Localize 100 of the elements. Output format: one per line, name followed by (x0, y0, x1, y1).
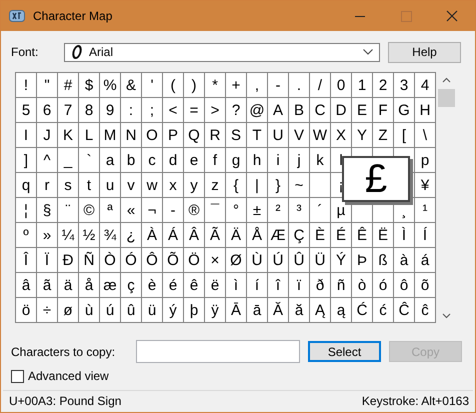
character-cell[interactable]: î (268, 273, 288, 297)
character-cell[interactable]: / (310, 73, 330, 97)
character-cell[interactable]: 6 (37, 98, 57, 122)
character-cell[interactable]: I (16, 123, 36, 147)
character-cell[interactable]: p (415, 148, 435, 172)
character-cell[interactable]: Ï (37, 248, 57, 272)
character-cell[interactable]: 4 (415, 73, 435, 97)
character-cell[interactable]: Ä (226, 223, 246, 247)
character-cell[interactable]: ë (205, 273, 225, 297)
character-cell[interactable]: º (16, 223, 36, 247)
character-cell[interactable]: è (142, 273, 162, 297)
character-cell[interactable]: < (163, 98, 183, 122)
character-cell[interactable]: ´ (310, 198, 330, 222)
character-cell[interactable]: ² (268, 198, 288, 222)
character-cell[interactable]: H (415, 98, 435, 122)
character-cell[interactable]: h (247, 148, 267, 172)
character-cell[interactable]: z (205, 173, 225, 197)
character-cell[interactable]: ó (373, 273, 393, 297)
character-cell[interactable]: § (37, 198, 57, 222)
character-cell[interactable]: ¯ (205, 198, 225, 222)
character-cell[interactable]: ð (310, 273, 330, 297)
character-cell[interactable]: ï (289, 273, 309, 297)
character-cell[interactable]: « (121, 198, 141, 222)
character-cell[interactable]: Ă (268, 298, 288, 322)
character-cell[interactable]: ^ (37, 148, 57, 172)
character-cell[interactable]: ò (352, 273, 372, 297)
character-cell[interactable]: > (205, 98, 225, 122)
character-cell[interactable]: - (163, 198, 183, 222)
character-cell[interactable]: ¾ (100, 223, 120, 247)
character-cell[interactable]: f (205, 148, 225, 172)
character-cell[interactable]: Ć (352, 298, 372, 322)
font-dropdown[interactable]: Arial (64, 42, 380, 62)
character-cell[interactable]: s (58, 173, 78, 197)
character-cell[interactable]: Ñ (79, 248, 99, 272)
character-cell[interactable]: » (37, 223, 57, 247)
character-cell[interactable]: 3 (394, 73, 414, 97)
help-button[interactable]: Help (388, 42, 461, 62)
character-cell[interactable]: i (268, 148, 288, 172)
character-cell[interactable]: Å (247, 223, 267, 247)
character-cell[interactable]: c (142, 148, 162, 172)
character-cell[interactable]: ø (58, 298, 78, 322)
character-cell[interactable]: É (331, 223, 351, 247)
character-cell[interactable]: J (37, 123, 57, 147)
character-cell[interactable]: & (121, 73, 141, 97)
character-cell[interactable]: _ (58, 148, 78, 172)
character-cell[interactable]: M (100, 123, 120, 147)
character-cell[interactable]: ì (226, 273, 246, 297)
character-cell[interactable]: ¥ (415, 173, 435, 197)
character-cell[interactable]: Ó (121, 248, 141, 272)
character-cell[interactable]: Õ (163, 248, 183, 272)
character-cell[interactable]: q (16, 173, 36, 197)
character-cell[interactable]: U (268, 123, 288, 147)
character-cell[interactable]: Ā (226, 298, 246, 322)
character-cell[interactable]: W (310, 123, 330, 147)
character-cell[interactable]: + (226, 73, 246, 97)
character-cell[interactable]: ³ (289, 198, 309, 222)
select-button[interactable]: Select (308, 341, 381, 362)
character-cell[interactable]: ç (121, 273, 141, 297)
character-cell[interactable]: ~ (289, 173, 309, 197)
character-cell[interactable]: X (331, 123, 351, 147)
character-cell[interactable]: S (226, 123, 246, 147)
character-cell[interactable]: â (16, 273, 36, 297)
character-cell[interactable]: = (184, 98, 204, 122)
character-cell[interactable]: 7 (58, 98, 78, 122)
character-cell[interactable]: ª (100, 198, 120, 222)
character-cell[interactable]: ÿ (205, 298, 225, 322)
character-cell[interactable]: # (58, 73, 78, 97)
character-cell[interactable]: a (100, 148, 120, 172)
character-cell[interactable]: t (79, 173, 99, 197)
character-cell[interactable]: û (121, 298, 141, 322)
character-cell[interactable]: ¹ (415, 198, 435, 222)
scroll-thumb[interactable] (438, 89, 455, 107)
character-cell[interactable]: P (163, 123, 183, 147)
character-cell[interactable]: F (373, 98, 393, 122)
character-cell[interactable]: y (184, 173, 204, 197)
character-cell[interactable]: ą (331, 298, 351, 322)
character-cell[interactable]: Û (289, 248, 309, 272)
character-cell[interactable]: ½ (79, 223, 99, 247)
character-cell[interactable]: ( (163, 73, 183, 97)
character-cell[interactable]: þ (184, 298, 204, 322)
character-cell[interactable]: K (58, 123, 78, 147)
character-cell[interactable]: Ô (142, 248, 162, 272)
character-cell[interactable]: ù (79, 298, 99, 322)
character-cell[interactable]: ` (79, 148, 99, 172)
character-cell[interactable]: Ú (268, 248, 288, 272)
character-cell[interactable]: ă (289, 298, 309, 322)
character-cell[interactable]: Î (16, 248, 36, 272)
character-cell[interactable]: ã (37, 273, 57, 297)
character-cell[interactable]: ú (100, 298, 120, 322)
character-cell[interactable]: Í (415, 223, 435, 247)
character-cell[interactable]: \ (415, 123, 435, 147)
character-cell[interactable]: $ (79, 73, 99, 97)
character-cell[interactable]: b (121, 148, 141, 172)
character-cell[interactable]: x (163, 173, 183, 197)
character-cell[interactable]: ü (142, 298, 162, 322)
character-cell[interactable]: 2 (373, 73, 393, 97)
character-cell[interactable]: ĉ (415, 298, 435, 322)
character-cell[interactable]: À (142, 223, 162, 247)
character-cell[interactable]: V (289, 123, 309, 147)
character-cell[interactable]: e (184, 148, 204, 172)
